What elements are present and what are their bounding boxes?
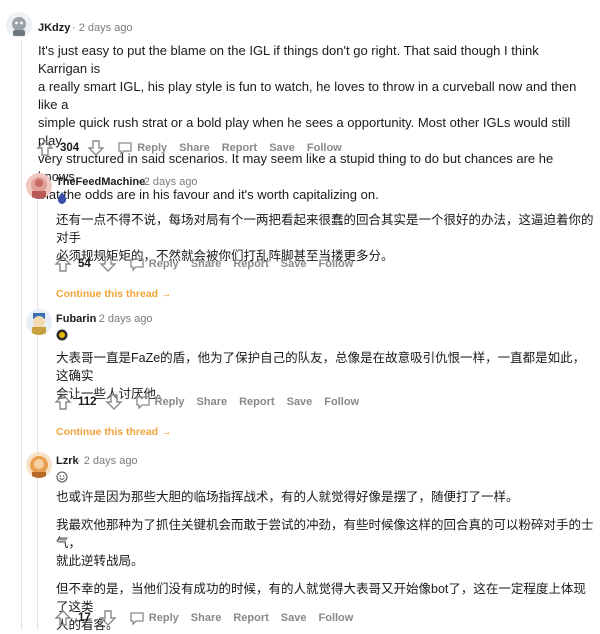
reply-button[interactable]: Reply (149, 612, 179, 624)
downvote-icon[interactable] (99, 609, 117, 627)
downvote-icon[interactable] (104, 393, 123, 411)
reply-icon[interactable] (129, 256, 145, 272)
follow-button[interactable]: Follow (319, 612, 354, 624)
comment-actions: 304 Reply Share Report Save Follow (36, 138, 342, 158)
comment-timestamp[interactable]: · 2 days ago (77, 455, 138, 467)
avatar[interactable] (26, 309, 52, 335)
follow-button[interactable]: Follow (324, 396, 359, 408)
smiley-icon (56, 470, 68, 483)
body-line: that the odds are in his favour and it's… (38, 187, 379, 202)
report-button[interactable]: Report (233, 612, 268, 624)
comment-username[interactable]: Lzrk (56, 455, 79, 467)
body-line: 大表哥一直是FaZe的盾，他为了保护自己的队友，总像是在故意吸引仇恨一样，一直都… (56, 351, 586, 383)
save-button[interactable]: Save (287, 396, 313, 408)
avatar[interactable] (26, 173, 52, 199)
comment-actions: 17 Reply Share Report Save Follow (54, 608, 353, 628)
upvote-icon[interactable] (54, 393, 72, 411)
comment-username[interactable]: TheFeedMachine (56, 176, 145, 188)
comment-actions: 54 Reply Share Report Save Follow (54, 254, 353, 274)
yellow-rank-icon (56, 328, 68, 341)
share-button[interactable]: Share (191, 258, 222, 270)
continue-thread-link[interactable]: Continue this thread → (56, 426, 172, 438)
thread-line[interactable] (21, 40, 22, 630)
share-button[interactable]: Share (197, 396, 228, 408)
comment-username[interactable]: Fubarin (56, 313, 96, 325)
reply-button[interactable]: Reply (137, 142, 167, 154)
downvote-icon[interactable] (87, 139, 105, 157)
body-line: a really smart IGL, his play style is fu… (38, 79, 577, 112)
report-button[interactable]: Report (233, 258, 268, 270)
timestamp-text: 2 days ago (98, 313, 153, 325)
upvote-icon[interactable] (54, 255, 72, 273)
downvote-icon[interactable] (99, 255, 117, 273)
save-button[interactable]: Save (269, 142, 295, 154)
vote-count: 54 (78, 258, 91, 270)
reply-button[interactable]: Reply (149, 258, 179, 270)
body-line: It's just easy to put the blame on the I… (38, 43, 539, 76)
thread-line[interactable] (37, 200, 38, 630)
comment-username[interactable]: JKdzy (38, 22, 70, 34)
reply-button[interactable]: Reply (155, 396, 185, 408)
vote-count: 304 (60, 142, 80, 154)
avatar[interactable] (26, 452, 52, 478)
body-line: 就此逆转战局。 (56, 554, 144, 568)
timestamp-text: 2 days ago (78, 22, 133, 34)
reply-icon[interactable] (135, 394, 151, 410)
save-button[interactable]: Save (281, 612, 307, 624)
share-button[interactable]: Share (179, 142, 210, 154)
share-button[interactable]: Share (191, 612, 222, 624)
upvote-icon[interactable] (54, 609, 72, 627)
upvote-icon[interactable] (36, 139, 54, 157)
comment-timestamp[interactable]: · 2 days ago (72, 22, 133, 34)
body-line: 也或许是因为那些大胆的临场指挥战术，有的人就觉得好像是摆了，随便打了一样。 (56, 490, 519, 504)
follow-button[interactable]: Follow (307, 142, 342, 154)
reply-icon[interactable] (117, 140, 133, 156)
continue-thread-link[interactable]: Continue this thread → (56, 288, 172, 300)
avatar[interactable] (6, 12, 32, 38)
report-button[interactable]: Report (239, 396, 274, 408)
vote-count: 17 (78, 612, 91, 624)
body-line: 我最欢他那种为了抓住关键机会而敢于尝试的冲劲，有些时候像这样的回合真的可以粉碎对… (56, 518, 594, 550)
comment-timestamp[interactable]: · 2 days ago (137, 176, 198, 188)
save-button[interactable]: Save (281, 258, 307, 270)
timestamp-text: 2 days ago (83, 455, 138, 467)
follow-button[interactable]: Follow (319, 258, 354, 270)
reply-icon[interactable] (129, 610, 145, 626)
comment-actions: 112 Reply Share Report Save Follow (54, 392, 359, 412)
body-line: 还有一点不得不说，每场对局有个一两把看起来很蠢的回合其实是一个很好的办法，这逼迫… (56, 213, 594, 245)
timestamp-text: 2 days ago (143, 176, 198, 188)
comment-timestamp[interactable]: · 2 days ago (92, 313, 153, 325)
report-button[interactable]: Report (222, 142, 257, 154)
vote-count: 112 (78, 396, 97, 408)
blue-flame-icon (56, 191, 68, 204)
